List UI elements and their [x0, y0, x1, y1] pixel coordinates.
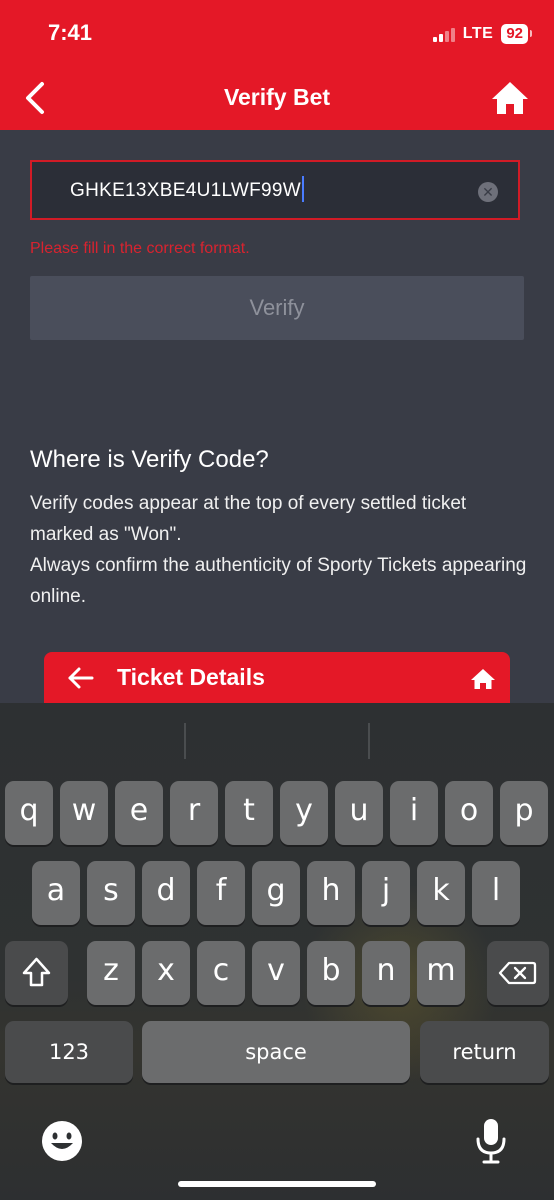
close-icon: ✕: [482, 184, 494, 200]
key-j[interactable]: j: [362, 861, 410, 925]
prediction-divider: [368, 723, 370, 759]
key-t[interactable]: t: [225, 781, 273, 845]
key-q[interactable]: q: [5, 781, 53, 845]
verify-code-input[interactable]: GHKE13XBE4U1LWF99W ✕: [30, 160, 520, 220]
home-icon: [471, 669, 495, 689]
microphone-icon: [476, 1119, 506, 1164]
key-n[interactable]: n: [362, 941, 410, 1005]
return-key[interactable]: return: [420, 1021, 549, 1083]
home-button[interactable]: [490, 78, 530, 118]
key-r[interactable]: r: [170, 781, 218, 845]
key-x[interactable]: x: [142, 941, 190, 1005]
status-indicators: LTE 92: [432, 22, 532, 46]
status-time: 7:41: [48, 20, 93, 45]
emoji-button[interactable]: [40, 1119, 84, 1163]
key-s[interactable]: s: [87, 861, 135, 925]
help-text: Verify codes appear at the top of every …: [30, 488, 530, 612]
key-e[interactable]: e: [115, 781, 163, 845]
verify-code-value[interactable]: GHKE13XBE4U1LWF99W: [70, 176, 305, 202]
header: 7:41 LTE 92 Verify Bet: [0, 0, 554, 130]
shift-key[interactable]: [5, 941, 68, 1005]
key-o[interactable]: o: [445, 781, 493, 845]
text-caret: [302, 176, 305, 202]
error-message: Please fill in the correct format.: [30, 240, 250, 257]
home-icon: [492, 82, 528, 114]
key-p[interactable]: p: [500, 781, 548, 845]
verify-button[interactable]: Verify: [30, 276, 524, 340]
clear-input-button[interactable]: ✕: [478, 182, 498, 202]
signal-icon: [432, 26, 455, 42]
key-c[interactable]: c: [197, 941, 245, 1005]
backspace-icon: [498, 961, 537, 985]
keyboard: q w e r t y u i o p a s d f g h j k l z …: [0, 703, 554, 1200]
key-h[interactable]: h: [307, 861, 355, 925]
key-z[interactable]: z: [87, 941, 135, 1005]
key-a[interactable]: a: [32, 861, 80, 925]
dictation-button[interactable]: [474, 1117, 508, 1165]
prediction-divider: [184, 723, 186, 759]
key-g[interactable]: g: [252, 861, 300, 925]
battery-level: 92: [501, 24, 532, 44]
help-line-2: Always confirm the authenticity of Sport…: [30, 555, 527, 607]
key-i[interactable]: i: [390, 781, 438, 845]
key-l[interactable]: l: [472, 861, 520, 925]
numbers-key[interactable]: 123: [5, 1021, 133, 1083]
key-k[interactable]: k: [417, 861, 465, 925]
key-y[interactable]: y: [280, 781, 328, 845]
ticket-details-preview: Ticket Details: [44, 652, 510, 704]
key-m[interactable]: m: [417, 941, 465, 1005]
help-title: Where is Verify Code?: [30, 446, 269, 473]
help-line-1: Verify codes appear at the top of every …: [30, 493, 467, 545]
page-title: Verify Bet: [223, 84, 331, 110]
key-f[interactable]: f: [197, 861, 245, 925]
home-indicator[interactable]: [178, 1181, 376, 1187]
ticket-preview-title: Ticket Details: [117, 664, 265, 690]
key-d[interactable]: d: [142, 861, 190, 925]
code-text: GHKE13XBE4U1LWF99W: [70, 180, 302, 201]
emoji-icon: [42, 1121, 82, 1161]
key-v[interactable]: v: [252, 941, 300, 1005]
arrow-left-icon: [68, 667, 94, 689]
shift-icon: [22, 957, 51, 987]
key-w[interactable]: w: [60, 781, 108, 845]
key-u[interactable]: u: [335, 781, 383, 845]
network-type: LTE: [462, 25, 494, 42]
space-key[interactable]: space: [142, 1021, 410, 1083]
delete-key[interactable]: [487, 941, 549, 1005]
key-b[interactable]: b: [307, 941, 355, 1005]
